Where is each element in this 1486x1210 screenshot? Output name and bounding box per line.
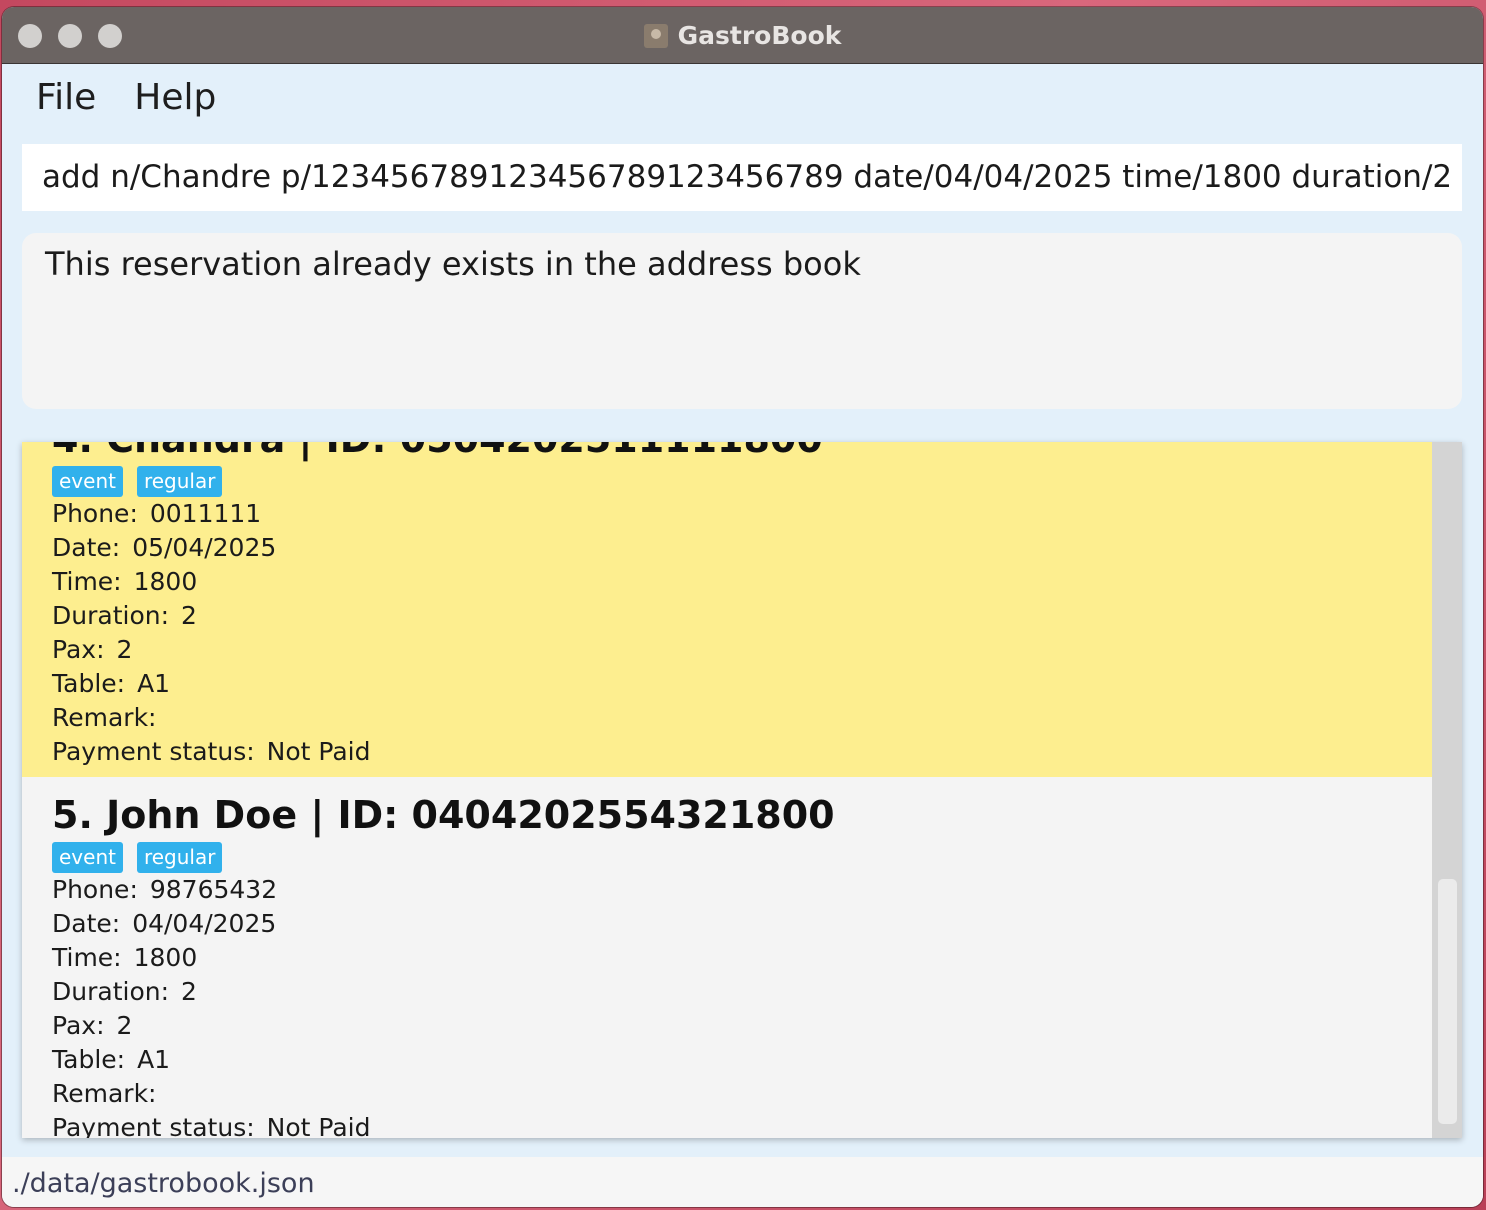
time-value: 1800 (133, 943, 198, 972)
remark-field: Remark: (52, 701, 1432, 735)
phone-label: Phone: (52, 499, 138, 528)
result-display: This reservation already exists in the a… (22, 233, 1462, 409)
time-label: Time: (52, 567, 122, 596)
menu-bar: File Help (36, 77, 216, 123)
time-value: 1800 (133, 567, 198, 596)
menu-help[interactable]: Help (134, 77, 216, 123)
tag: regular (136, 466, 223, 497)
table-field: Table: A1 (52, 667, 1432, 701)
phone-field: Phone: 98765432 (52, 873, 1432, 907)
table-field: Table: A1 (52, 1043, 1432, 1077)
payment-label: Payment status: (52, 737, 255, 766)
pax-label: Pax: (52, 635, 105, 664)
phone-label: Phone: (52, 875, 138, 904)
reservation-title: 4. Chandra | ID: 0504202511111800 (52, 442, 1432, 462)
date-label: Date: (52, 533, 121, 562)
reservation-list[interactable]: 4. Chandra | ID: 0504202511111800 event … (22, 442, 1462, 1138)
phone-value: 0011111 (149, 499, 262, 528)
pax-value: 2 (116, 635, 133, 664)
menu-file[interactable]: File (36, 77, 96, 123)
pax-field: Pax: 2 (52, 633, 1432, 667)
table-label: Table: (52, 669, 126, 698)
duration-label: Duration: (52, 601, 170, 630)
pax-value: 2 (116, 1011, 133, 1040)
contacts-app-icon (643, 24, 668, 48)
payment-value: Not Paid (266, 737, 371, 766)
payment-field: Payment status: Not Paid (52, 735, 1432, 769)
reservation-card[interactable]: 5. John Doe | ID: 0404202554321800 event… (22, 792, 1432, 1138)
time-field: Time: 1800 (52, 565, 1432, 599)
table-label: Table: (52, 1045, 126, 1074)
tag-list: event regular (52, 842, 1432, 873)
remark-label: Remark: (52, 703, 157, 732)
reservation-card[interactable]: 4. Chandra | ID: 0504202511111800 event … (22, 442, 1432, 777)
date-label: Date: (52, 909, 121, 938)
result-message: This reservation already exists in the a… (45, 245, 861, 283)
payment-label: Payment status: (52, 1113, 255, 1138)
scrollbar-thumb[interactable] (1438, 879, 1457, 1124)
duration-field: Duration: 2 (52, 599, 1432, 633)
tag-list: event regular (52, 466, 1432, 497)
table-value: A1 (137, 669, 171, 698)
date-field: Date: 05/04/2025 (52, 531, 1432, 565)
status-bar: ./data/gastrobook.json (2, 1157, 1483, 1207)
pax-field: Pax: 2 (52, 1009, 1432, 1043)
payment-field: Payment status: Not Paid (52, 1111, 1432, 1138)
duration-value: 2 (181, 977, 197, 1006)
window-title-text: GastroBook (677, 21, 842, 50)
duration-field: Duration: 2 (52, 975, 1432, 1009)
tag: regular (136, 842, 223, 873)
duration-value: 2 (181, 601, 197, 630)
app-window: GastroBook File Help add n/Chandre p/123… (2, 7, 1483, 1207)
window-title: GastroBook (2, 21, 1483, 50)
table-value: A1 (137, 1045, 171, 1074)
remark-label: Remark: (52, 1079, 157, 1108)
phone-value: 98765432 (149, 875, 278, 904)
payment-value: Not Paid (266, 1113, 371, 1138)
tag: event (52, 466, 123, 497)
duration-label: Duration: (52, 977, 170, 1006)
list-scrollbar[interactable] (1432, 442, 1462, 1138)
time-field: Time: 1800 (52, 941, 1432, 975)
tag: event (52, 842, 123, 873)
reservation-title: 5. John Doe | ID: 0404202554321800 (52, 793, 835, 837)
date-value: 05/04/2025 (132, 533, 277, 562)
time-label: Time: (52, 943, 122, 972)
title-bar[interactable]: GastroBook (2, 7, 1483, 64)
date-value: 04/04/2025 (132, 909, 277, 938)
pax-label: Pax: (52, 1011, 105, 1040)
date-field: Date: 04/04/2025 (52, 907, 1432, 941)
remark-field: Remark: (52, 1077, 1432, 1111)
command-input[interactable]: add n/Chandre p/123456789123456789123456… (22, 144, 1462, 211)
phone-field: Phone: 0011111 (52, 497, 1432, 531)
data-file-path: ./data/gastrobook.json (12, 1168, 315, 1199)
